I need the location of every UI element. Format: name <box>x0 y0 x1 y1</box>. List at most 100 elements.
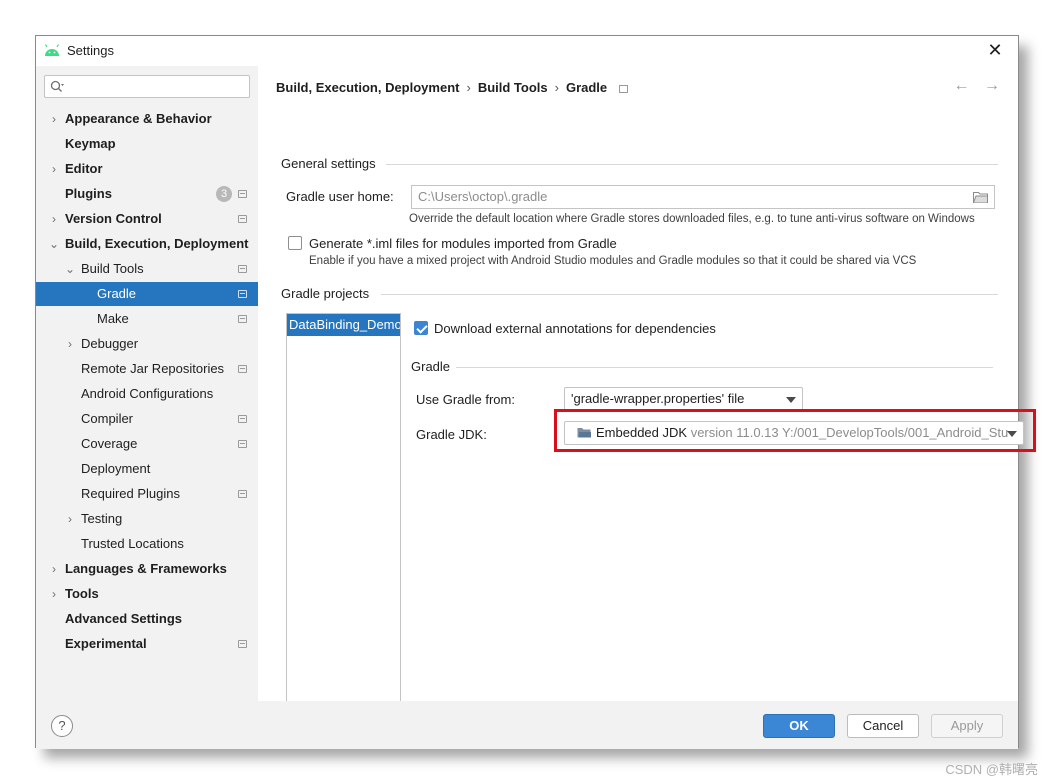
sidebar-item-label: Keymap <box>65 136 116 151</box>
general-settings-title: General settings <box>281 156 376 171</box>
sidebar-item[interactable]: › Languages & Frameworks <box>36 557 258 581</box>
gradle-user-home-label: Gradle user home: <box>286 189 394 204</box>
breadcrumb-item: Gradle <box>565 80 608 95</box>
sidebar-item-label: Android Configurations <box>81 386 214 401</box>
download-annotations-label[interactable]: Download external annotations for depend… <box>434 321 716 336</box>
project-scope-icon <box>238 365 247 373</box>
chevron-right-icon[interactable]: › <box>64 507 76 531</box>
sidebar-item[interactable]: Gradle <box>36 282 258 306</box>
sidebar-item[interactable]: › Debugger <box>36 332 258 356</box>
sidebar-item-label: Make <box>97 311 129 326</box>
history-navigation: ← → <box>944 77 1000 95</box>
project-scope-icon <box>238 640 247 648</box>
chevron-right-icon[interactable]: › <box>48 207 60 231</box>
sidebar-item-label: Compiler <box>81 411 134 426</box>
generate-iml-label[interactable]: Generate *.iml files for modules importe… <box>309 236 617 251</box>
sidebar-item[interactable]: › Testing <box>36 507 258 531</box>
sidebar-item[interactable]: Required Plugins <box>36 482 258 506</box>
back-arrow-icon[interactable]: ← <box>954 77 970 94</box>
sidebar-item-label: Advanced Settings <box>65 611 183 626</box>
watermark: CSDN @韩曙亮 <box>945 762 1038 777</box>
settings-sidebar: › Appearance & Behavior Keymap › Editor Plugi… <box>36 66 258 701</box>
search-input[interactable] <box>69 78 245 95</box>
sidebar-item[interactable]: Compiler <box>36 407 258 431</box>
search-icon <box>50 80 64 92</box>
sidebar-item[interactable]: ⌄ Build, Execution, Deployment <box>36 232 258 256</box>
sidebar-item-label: Trusted Locations <box>81 536 184 551</box>
project-list-item[interactable]: DataBinding_Demo <box>287 314 400 336</box>
sidebar-item-label: Deployment <box>81 461 151 476</box>
chevron-right-icon[interactable]: › <box>48 107 60 131</box>
sidebar-item-label: Remote Jar Repositories <box>81 361 225 376</box>
sidebar-item[interactable]: Remote Jar Repositories <box>36 357 258 381</box>
gradle-jdk-label: Gradle JDK: <box>416 427 487 442</box>
gradle-jdk-select[interactable]: Embedded JDK version 11.0.13 Y:/001_Deve… <box>564 421 1024 445</box>
breadcrumb-separator: › <box>466 80 471 95</box>
use-gradle-from-select[interactable]: 'gradle-wrapper.properties' file <box>564 387 803 411</box>
section-divider <box>386 164 998 165</box>
sidebar-item[interactable]: Coverage <box>36 432 258 456</box>
sidebar-item[interactable]: Deployment <box>36 457 258 481</box>
title-bar: Settings ✕ <box>36 36 1018 66</box>
sidebar-item[interactable]: › Tools <box>36 582 258 606</box>
dropdown-arrow-icon <box>1007 431 1017 437</box>
sidebar-item[interactable]: Keymap <box>36 132 258 156</box>
breadcrumb-item[interactable]: Build, Execution, Deployment <box>276 80 459 95</box>
project-scope-icon <box>619 85 629 93</box>
project-scope-icon <box>238 265 247 273</box>
chevron-right-icon[interactable]: › <box>48 582 60 606</box>
dialog-footer: ? OK Cancel Apply <box>36 701 1018 749</box>
sidebar-item[interactable]: › Version Control <box>36 207 258 231</box>
sidebar-item-label: Plugins <box>65 186 112 201</box>
apply-button[interactable]: Apply <box>931 714 1003 738</box>
gradle-jdk-name: Embedded JDK <box>596 425 688 440</box>
jdk-folder-icon <box>577 428 591 438</box>
close-button[interactable]: ✕ <box>984 40 1006 62</box>
download-annotations-checkbox[interactable] <box>414 321 428 335</box>
window-title: Settings <box>67 43 114 58</box>
sidebar-item-label: Testing <box>81 511 123 526</box>
sidebar-item-label: Experimental <box>65 636 147 651</box>
generate-iml-hint: Enable if you have a mixed project with … <box>309 255 917 267</box>
sidebar-item[interactable]: › Appearance & Behavior <box>36 107 258 131</box>
cancel-button[interactable]: Cancel <box>847 714 919 738</box>
sidebar-item[interactable]: Android Configurations <box>36 382 258 406</box>
sidebar-item[interactable]: Make <box>36 307 258 331</box>
sidebar-item[interactable]: Experimental <box>36 632 258 656</box>
gradle-jdk-detail: version 11.0.13 Y:/001_DevelopTools/001_… <box>690 425 1009 440</box>
ok-button[interactable]: OK <box>763 714 835 738</box>
section-divider <box>456 367 993 368</box>
breadcrumb-item[interactable]: Build Tools <box>478 80 548 95</box>
sidebar-item-label: Build Tools <box>81 261 144 276</box>
android-icon <box>44 44 60 56</box>
chevron-down-icon[interactable]: ⌄ <box>48 232 60 256</box>
search-box[interactable] <box>44 75 250 98</box>
gradle-user-home-field[interactable]: C:\Users\octop\.gradle <box>411 185 995 209</box>
sidebar-item-label: Required Plugins <box>81 486 181 501</box>
sidebar-item[interactable]: ⌄ Build Tools <box>36 257 258 281</box>
sidebar-item[interactable]: › Editor <box>36 157 258 181</box>
sidebar-item-label: Version Control <box>65 211 162 226</box>
project-scope-icon <box>238 440 247 448</box>
help-button[interactable]: ? <box>51 715 73 737</box>
chevron-right-icon[interactable]: › <box>48 557 60 581</box>
forward-arrow-icon[interactable]: → <box>984 77 1000 94</box>
project-scope-icon <box>238 490 247 498</box>
chevron-right-icon[interactable]: › <box>64 332 76 356</box>
sidebar-item-label: Build, Execution, Deployment <box>65 236 249 251</box>
project-scope-icon <box>238 315 247 323</box>
gradle-projects-list[interactable]: DataBinding_Demo <box>286 313 401 721</box>
dropdown-arrow-icon <box>786 397 796 403</box>
folder-icon[interactable] <box>973 191 988 203</box>
sidebar-item[interactable]: Plugins 3 <box>36 182 258 206</box>
sidebar-item-label: Tools <box>65 586 99 601</box>
project-scope-icon <box>238 190 247 198</box>
sidebar-item-label: Debugger <box>81 336 139 351</box>
generate-iml-checkbox[interactable] <box>288 236 302 250</box>
sidebar-item[interactable]: Trusted Locations <box>36 532 258 556</box>
sidebar-item[interactable]: Advanced Settings <box>36 607 258 631</box>
chevron-down-icon[interactable]: ⌄ <box>64 257 76 281</box>
chevron-right-icon[interactable]: › <box>48 157 60 181</box>
breadcrumb-separator: › <box>554 80 559 95</box>
settings-content: Build, Execution, Deployment › Build Tools… <box>258 66 1036 721</box>
